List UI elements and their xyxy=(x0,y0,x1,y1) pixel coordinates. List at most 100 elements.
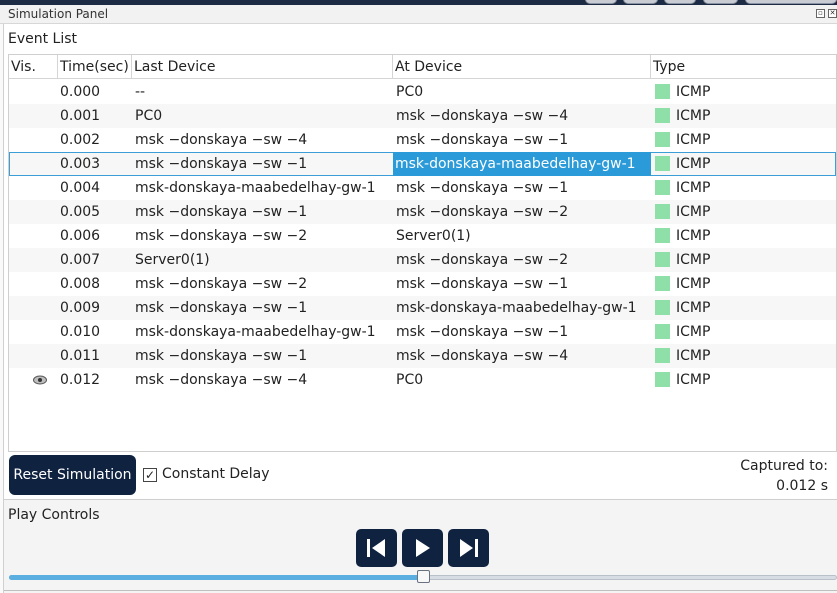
type-color-swatch xyxy=(655,228,670,243)
last-device-cell: msk −donskaya −sw −2 xyxy=(135,276,308,292)
type-color-swatch xyxy=(655,156,670,171)
table-row[interactable]: 0.002 msk −donskaya −sw −4 msk −donskaya −… xyxy=(9,128,836,152)
constant-delay-label: Constant Delay xyxy=(162,466,270,482)
captured-value: 0.012 s xyxy=(776,478,828,494)
table-row[interactable]: 0.012 msk −donskaya −sw −4 PC0 ICMP xyxy=(9,368,836,392)
type-color-swatch xyxy=(655,276,670,291)
play-controls-label: Play Controls xyxy=(8,507,100,523)
panel-titlebar: Simulation Panel ▫ ✕ xyxy=(0,5,837,24)
play-button[interactable] xyxy=(402,529,443,567)
time-cell: 0.012 xyxy=(60,372,101,388)
undock-icon[interactable]: ▫ xyxy=(816,9,825,18)
top-tab[interactable] xyxy=(745,0,837,4)
play-icon xyxy=(416,539,430,557)
panel-title: Simulation Panel xyxy=(8,7,109,21)
time-cell: 0.002 xyxy=(60,132,101,148)
type-color-swatch xyxy=(655,324,670,339)
col-last-device[interactable]: Last Device xyxy=(132,55,393,79)
time-cell: 0.004 xyxy=(60,180,101,196)
table-row[interactable]: 0.000 -- PC0 ICMP xyxy=(9,80,836,104)
at-device-cell: PC0 xyxy=(396,372,424,388)
table-row[interactable]: 0.010 msk-donskaya-maabedelhay-gw-1 msk −d… xyxy=(9,320,836,344)
table-row[interactable]: 0.006 msk −donskaya −sw −2 Server0(1) ICMP xyxy=(9,224,836,248)
timeline-slider-thumb[interactable] xyxy=(417,570,430,583)
col-time[interactable]: Time(sec) xyxy=(58,55,132,79)
time-cell: 0.006 xyxy=(60,228,101,244)
time-cell: 0.007 xyxy=(60,252,101,268)
table-row[interactable]: 0.004 msk-donskaya-maabedelhay-gw-1 msk −d… xyxy=(9,176,836,200)
at-device-cell: msk −donskaya −sw −2 xyxy=(396,204,569,220)
table-row[interactable]: 0.011 msk −donskaya −sw −1 msk −donskaya −… xyxy=(9,344,836,368)
timeline-slider-fill xyxy=(9,575,423,580)
type-color-swatch xyxy=(655,372,670,387)
type-cell: ICMP xyxy=(676,84,711,100)
type-cell: ICMP xyxy=(676,372,711,388)
time-cell: 0.001 xyxy=(60,108,101,124)
last-device-cell: msk −donskaya −sw −1 xyxy=(135,348,308,364)
type-cell: ICMP xyxy=(676,300,711,316)
last-device-cell: msk-donskaya-maabedelhay-gw-1 xyxy=(135,324,376,340)
type-cell: ICMP xyxy=(676,228,711,244)
type-cell: ICMP xyxy=(676,348,711,364)
table-row[interactable]: 0.007 Server0(1) msk −donskaya −sw −2 ICMP xyxy=(9,248,836,272)
bottom-divider xyxy=(4,590,837,591)
forward-icon xyxy=(460,539,478,557)
at-device-cell: msk −donskaya −sw −1 xyxy=(396,324,569,340)
last-device-cell: PC0 xyxy=(135,108,163,124)
type-cell: ICMP xyxy=(676,324,711,340)
type-color-swatch xyxy=(655,84,670,99)
table-row[interactable]: 0.003 msk −donskaya −sw −1 msk-donskaya-ma… xyxy=(9,152,836,176)
constant-delay-checkbox[interactable]: ✓ xyxy=(143,468,157,482)
time-cell: 0.008 xyxy=(60,276,101,292)
last-device-cell: msk −donskaya −sw −1 xyxy=(135,156,308,172)
col-at-device[interactable]: At Device xyxy=(393,55,651,79)
captured-to: Captured to: 0.012 s xyxy=(740,456,828,496)
reset-simulation-button[interactable]: Reset Simulation xyxy=(9,455,136,495)
at-device-cell: PC0 xyxy=(396,84,424,100)
table-row[interactable]: 0.005 msk −donskaya −sw −1 msk −donskaya −… xyxy=(9,200,836,224)
type-color-swatch xyxy=(655,108,670,123)
time-cell: 0.009 xyxy=(60,300,101,316)
type-cell: ICMP xyxy=(676,108,711,124)
last-device-cell: msk −donskaya −sw −4 xyxy=(135,372,308,388)
close-icon[interactable]: ✕ xyxy=(828,9,837,18)
col-vis[interactable]: Vis. xyxy=(9,55,58,79)
top-tab[interactable] xyxy=(623,0,658,4)
table-row[interactable]: 0.001 PC0 msk −donskaya −sw −4 ICMP xyxy=(9,104,836,128)
captured-label: Captured to: xyxy=(740,458,828,474)
last-device-cell: msk −donskaya −sw −1 xyxy=(135,204,308,220)
type-cell: ICMP xyxy=(676,252,711,268)
back-button[interactable] xyxy=(356,529,397,567)
type-cell: ICMP xyxy=(676,276,711,292)
type-color-swatch xyxy=(655,252,670,267)
col-type[interactable]: Type xyxy=(651,55,837,79)
time-cell: 0.003 xyxy=(60,156,101,172)
type-cell: ICMP xyxy=(676,156,711,172)
top-tab[interactable] xyxy=(664,0,696,4)
last-device-cell: msk −donskaya −sw −4 xyxy=(135,132,308,148)
type-color-swatch xyxy=(655,180,670,195)
time-cell: 0.010 xyxy=(60,324,101,340)
top-tab[interactable] xyxy=(585,0,617,4)
table-row[interactable]: 0.009 msk −donskaya −sw −1 msk-donskaya-ma… xyxy=(9,296,836,320)
eye-icon[interactable] xyxy=(33,375,47,385)
last-device-cell: msk −donskaya −sw −1 xyxy=(135,300,308,316)
type-color-swatch xyxy=(655,132,670,147)
type-color-swatch xyxy=(655,300,670,315)
event-list-label: Event List xyxy=(8,31,78,47)
type-cell: ICMP xyxy=(676,132,711,148)
at-device-cell: msk −donskaya −sw −4 xyxy=(396,348,569,364)
at-device-cell: msk-donskaya-maabedelhay-gw-1 xyxy=(396,300,637,316)
top-tab[interactable] xyxy=(703,0,738,4)
at-device-cell: msk-donskaya-maabedelhay-gw-1 xyxy=(393,152,651,176)
table-row[interactable]: 0.008 msk −donskaya −sw −2 msk −donskaya −… xyxy=(9,272,836,296)
time-cell: 0.005 xyxy=(60,204,101,220)
back-icon xyxy=(367,539,385,557)
type-color-swatch xyxy=(655,348,670,363)
forward-button[interactable] xyxy=(448,529,489,567)
at-device-cell: msk −donskaya −sw −1 xyxy=(396,276,569,292)
at-device-cell: msk −donskaya −sw −2 xyxy=(396,252,569,268)
last-device-cell: msk-donskaya-maabedelhay-gw-1 xyxy=(135,180,376,196)
at-device-cell: msk −donskaya −sw −4 xyxy=(396,108,569,124)
last-device-cell: msk −donskaya −sw −2 xyxy=(135,228,308,244)
